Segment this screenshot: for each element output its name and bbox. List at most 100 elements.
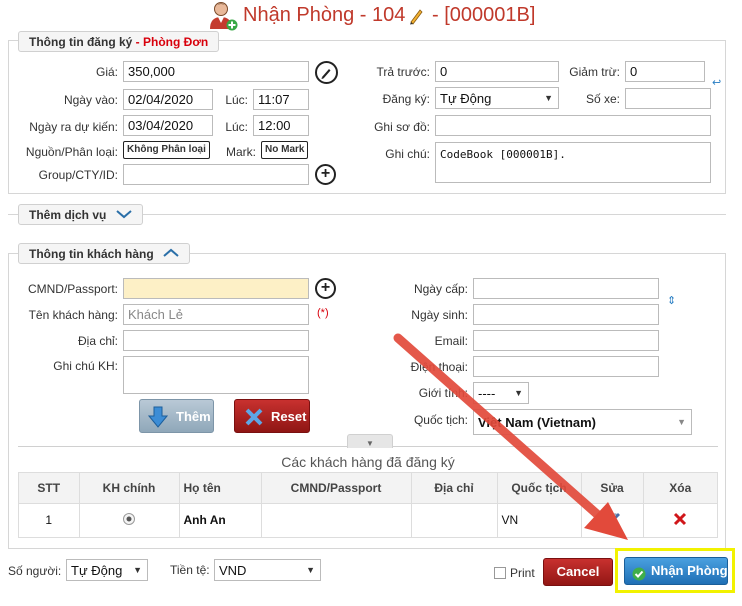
pencil-icon [408, 7, 424, 25]
pencil-icon [321, 69, 331, 79]
row-name: Anh An [179, 503, 262, 537]
row-address [411, 503, 498, 537]
register-select-value: Tự Động [440, 91, 492, 106]
services-legend[interactable]: Thêm dịch vụ [18, 204, 143, 225]
add-customer-button-label: Thêm [176, 409, 211, 424]
table-row[interactable]: 1 Anh An VN [19, 503, 717, 537]
issue-date-label: Ngày cấp: [413, 282, 468, 296]
currency-label: Tiền tệ: [170, 563, 210, 577]
diagram-note-input[interactable] [435, 115, 711, 136]
chevron-down-icon [116, 208, 132, 222]
primary-customer-radio[interactable] [79, 503, 180, 537]
address-label: Địa chỉ: [77, 334, 118, 348]
registration-legend[interactable]: Thông tin đăng ký - Phòng Đơn [18, 31, 220, 52]
edit-row-button[interactable] [581, 503, 644, 537]
prepaid-input[interactable]: 0 [435, 61, 559, 82]
checkin-button[interactable]: Nhận Phòng [624, 557, 728, 585]
chevron-down-icon: ▼ [366, 439, 374, 448]
plus-icon: + [320, 279, 331, 296]
register-select[interactable]: Tự Động ▼ [435, 87, 559, 109]
guest-table: STT KH chính Họ tên CMND/Passport Địa ch… [18, 472, 718, 538]
email-label: Email: [434, 334, 468, 348]
vehicle-label: Số xe: [585, 92, 620, 106]
mark-label: Mark: [226, 145, 256, 159]
user-add-icon [206, 1, 238, 31]
issue-date-input[interactable] [473, 278, 659, 299]
checkin-time-input[interactable]: 11:07 [253, 89, 309, 110]
plus-icon: + [320, 165, 331, 182]
note-text: CodeBook [000001B]. [440, 148, 566, 161]
phone-label: Điện thoại: [410, 360, 468, 374]
column-header: Quốc tịch [497, 473, 582, 503]
print-label: Print [510, 566, 535, 580]
window-title-code: - [000001B] [432, 4, 536, 26]
delete-row-button[interactable] [643, 503, 717, 537]
row-nationality: VN [497, 503, 582, 537]
checkin-button-label: Nhận Phòng [651, 563, 728, 578]
checkout-time-input[interactable]: 12:00 [253, 115, 309, 136]
edit-price-button[interactable] [315, 61, 338, 84]
mark-button[interactable]: No Mark [261, 141, 309, 159]
row-stt: 1 [19, 503, 80, 537]
source-button[interactable]: Không Phân loại [123, 141, 210, 159]
swap-vertical-icon[interactable]: ⇕ [667, 294, 676, 307]
note-textarea[interactable]: CodeBook [000001B]. [435, 142, 711, 183]
id-input[interactable] [123, 278, 309, 299]
name-input[interactable]: Khách Lẻ [123, 304, 309, 325]
add-customer-button[interactable]: Thêm [139, 399, 214, 433]
note-label: Ghi chú: [385, 147, 430, 161]
gender-select[interactable]: ---- ▼ [473, 382, 529, 404]
group-input[interactable] [123, 164, 309, 185]
people-label: Số người: [8, 564, 62, 578]
checkin-date-input[interactable]: 02/04/2020 [123, 89, 213, 110]
name-label: Tên khách hàng: [28, 308, 118, 322]
collapse-handle[interactable]: ▼ [347, 434, 393, 448]
id-label: CMND/Passport: [27, 282, 118, 296]
nationality-select[interactable]: Việt Nam (Vietnam) ▼ [473, 409, 692, 435]
add-group-button[interactable]: + [315, 164, 336, 185]
chevron-down-icon: ▼ [514, 388, 523, 398]
discount-input[interactable]: 0 [625, 61, 705, 82]
people-select[interactable]: Tự Động ▼ [66, 559, 148, 581]
chevron-down-icon: ▼ [306, 565, 315, 575]
services-legend-text: Thêm dịch vụ [29, 208, 107, 222]
cancel-button[interactable]: Cancel [543, 558, 613, 586]
add-customer-icon-button[interactable]: + [315, 278, 336, 299]
source-label: Nguồn/Phân loại: [25, 145, 118, 159]
prepaid-label: Trả trước: [376, 65, 430, 79]
diagram-note-label: Ghi sơ đồ: [374, 120, 430, 134]
arrow-down-icon [147, 406, 169, 431]
required-mark: (*) [317, 307, 329, 319]
currency-select[interactable]: VND ▼ [214, 559, 321, 581]
nationality-select-value: Việt Nam (Vietnam) [478, 415, 597, 430]
checkout-date-input[interactable]: 03/04/2020 [123, 115, 213, 136]
customer-note-label: Ghi chú KH: [53, 359, 118, 373]
print-checkbox[interactable] [494, 567, 506, 579]
customer-note-textarea[interactable] [123, 356, 309, 394]
row-id [261, 503, 412, 537]
checkin-date-label: Ngày vào: [63, 93, 118, 107]
chevron-up-icon [163, 247, 179, 261]
dob-input[interactable] [473, 304, 659, 325]
price-input[interactable]: 350,000 [123, 61, 309, 82]
reset-button[interactable]: Reset [234, 399, 310, 433]
dob-label: Ngày sinh: [411, 308, 468, 322]
gender-label: Giới tính: [418, 386, 468, 400]
currency-select-value: VND [219, 563, 247, 578]
vehicle-input[interactable] [625, 88, 711, 109]
customer-legend[interactable]: Thông tin khách hàng [18, 243, 191, 264]
column-header: STT [19, 473, 80, 503]
customer-legend-text: Thông tin khách hàng [29, 247, 154, 261]
price-label: Giá: [95, 65, 118, 79]
room-type-label: - Phòng Đơn [135, 35, 209, 49]
chevron-down-icon: ▼ [544, 93, 553, 103]
column-header: Họ tên [179, 473, 262, 503]
column-header: KH chính [79, 473, 180, 503]
address-input[interactable] [123, 330, 309, 351]
column-header: Xóa [669, 480, 692, 495]
delete-icon [674, 512, 687, 525]
swap-icon[interactable]: ↩ [712, 76, 721, 89]
email-input[interactable] [473, 330, 659, 351]
reset-button-label: Reset [271, 409, 307, 424]
phone-input[interactable] [473, 356, 659, 377]
